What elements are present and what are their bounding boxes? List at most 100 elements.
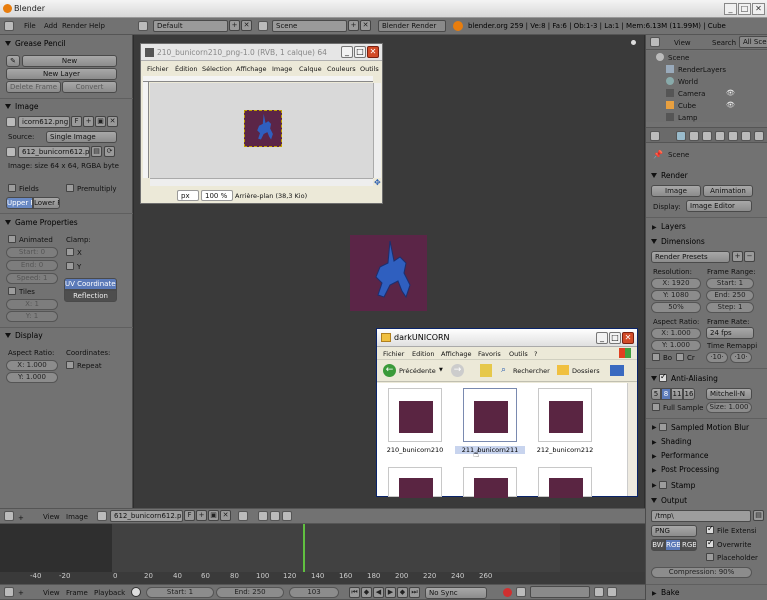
render-animation-button[interactable]: Animation xyxy=(703,185,753,197)
current-frame-indicator[interactable] xyxy=(303,524,305,572)
resolution-x-field[interactable]: X: 1920 xyxy=(651,278,701,289)
stamp-header[interactable]: Stamp xyxy=(671,481,695,490)
output-header[interactable]: Output xyxy=(661,496,687,505)
fields-checkbox[interactable] xyxy=(8,184,16,192)
preview-range-icon[interactable] xyxy=(131,587,141,597)
thumbnail[interactable] xyxy=(463,467,517,498)
grease-pencil-icon[interactable] xyxy=(282,511,292,521)
timeline-view-menu[interactable]: View xyxy=(43,589,60,597)
prev-keyframe-icon[interactable]: ◆ xyxy=(361,587,372,598)
shading-header[interactable]: Shading xyxy=(661,437,691,446)
explorer-window[interactable]: darkUNICORN _ □ ✕ Fichier Edition Affich… xyxy=(376,328,638,498)
layout-field[interactable]: Default xyxy=(153,20,228,32)
outliner-search-menu[interactable]: Search xyxy=(712,39,736,47)
time-remap-old-field[interactable]: ·10· xyxy=(706,352,728,363)
expand-triangle-icon[interactable]: ▶ xyxy=(652,467,657,474)
uv-coordinates-button[interactable]: UV Coordinates xyxy=(64,278,117,290)
explorer-menu-fichier[interactable]: Fichier xyxy=(383,350,404,358)
screen-layout-icon[interactable] xyxy=(138,21,148,31)
maximize-button[interactable]: □ xyxy=(738,3,751,15)
outliner-item[interactable]: Cube xyxy=(678,102,696,110)
compression-slider[interactable]: Compression: 90% xyxy=(651,567,752,578)
motion-blur-checkbox[interactable] xyxy=(659,423,667,431)
folder-up-icon[interactable] xyxy=(480,364,492,377)
source-select[interactable]: Single Image xyxy=(46,131,117,143)
jump-start-icon[interactable]: ⏮ xyxy=(349,587,360,598)
object-tab-icon[interactable] xyxy=(715,131,725,141)
remove-scene-button[interactable]: ✕ xyxy=(360,20,371,31)
aspect-y-field[interactable]: Y: 1.000 xyxy=(6,372,58,383)
menu-help[interactable]: Help xyxy=(89,22,105,30)
menu-toggle-icon[interactable]: + xyxy=(18,589,24,597)
display-select[interactable]: Image Editor xyxy=(686,200,752,212)
file-label[interactable]: 210_bunicorn210 xyxy=(380,446,450,454)
gimp-vscrollbar[interactable] xyxy=(373,83,381,178)
render-presets-select[interactable]: Render Presets xyxy=(651,251,730,263)
channels-icon[interactable] xyxy=(270,511,280,521)
aa-5-button[interactable]: 5 xyxy=(651,388,661,400)
pin-icon[interactable]: 📌 xyxy=(653,150,663,159)
tiles-x-field[interactable]: X: 1 xyxy=(6,299,58,310)
rgba-button[interactable]: RGB xyxy=(681,539,697,551)
scene-field[interactable]: Scene xyxy=(272,20,347,32)
lower-field-button[interactable]: Lower Fi xyxy=(33,197,60,209)
animated-checkbox[interactable] xyxy=(8,235,16,243)
explorer-maximize-button[interactable]: □ xyxy=(609,332,621,344)
time-remap-new-field[interactable]: ·10· xyxy=(730,352,752,363)
frame-end-field[interactable]: End: 250 xyxy=(706,290,754,301)
sampled-motion-blur-header[interactable]: Sampled Motion Blur xyxy=(671,423,749,432)
filter-size-field[interactable]: Size: 1.000 xyxy=(706,402,752,413)
display-header[interactable]: Display xyxy=(15,331,43,340)
current-frame-field[interactable]: 103 xyxy=(289,587,339,598)
overwrite-checkbox[interactable] xyxy=(706,538,714,548)
post-processing-header[interactable]: Post Processing xyxy=(661,465,719,474)
data-tab-icon[interactable] xyxy=(754,131,764,141)
back-arrow-icon[interactable]: ← xyxy=(383,364,396,377)
grease-pencil-header[interactable]: Grease Pencil xyxy=(15,39,66,48)
timeline-start-field[interactable]: Start: 1 xyxy=(146,587,214,598)
expand-triangle-icon[interactable]: ▶ xyxy=(652,482,657,489)
scene-icon[interactable] xyxy=(258,21,268,31)
explorer-menu-favoris[interactable]: Favoris xyxy=(478,350,501,358)
outliner-item[interactable]: Scene xyxy=(668,54,689,62)
render-tab-icon[interactable] xyxy=(676,131,686,141)
explorer-menu-help[interactable]: ? xyxy=(534,350,537,358)
gimp-image-window[interactable]: 210_bunicorn210_png-1.0 (RVB, 1 calque) … xyxy=(140,43,383,204)
clamp-y-checkbox[interactable] xyxy=(66,262,74,270)
unlink-image-button[interactable]: ✕ xyxy=(107,116,118,127)
border-checkbox[interactable] xyxy=(652,353,660,361)
forward-arrow-icon[interactable]: → xyxy=(451,364,464,377)
anti-aliasing-header[interactable]: Anti-Aliasing xyxy=(671,374,718,383)
grease-new-button[interactable]: New xyxy=(22,55,117,67)
image-name-field[interactable]: 612_bunicorn612.png xyxy=(110,510,183,522)
expand-triangle-icon[interactable]: ▶ xyxy=(652,453,657,460)
draw-alpha-icon[interactable] xyxy=(258,511,268,521)
visibility-eye-icon[interactable]: 👁 xyxy=(726,101,735,109)
rgb-button[interactable]: RGB xyxy=(665,539,681,551)
outliner-display-select[interactable]: All Scene xyxy=(739,36,767,48)
next-keyframe-icon[interactable]: ◆ xyxy=(397,587,408,598)
gimp-canvas[interactable] xyxy=(150,83,373,178)
frame-step-field[interactable]: Step: 1 xyxy=(706,302,754,313)
fake-user-button[interactable]: F xyxy=(184,510,195,521)
bw-button[interactable]: BW xyxy=(651,539,665,551)
collapse-triangle-icon[interactable] xyxy=(5,41,11,46)
menu-file[interactable]: File xyxy=(24,22,36,30)
delete-keyframe-icon[interactable] xyxy=(607,587,617,597)
gimp-menu-outils[interactable]: Outils xyxy=(360,65,379,73)
aa-11-button[interactable]: 11 xyxy=(671,388,683,400)
image-browse-icon[interactable] xyxy=(97,511,107,521)
world-tab-icon[interactable] xyxy=(702,131,712,141)
thumbnail-selected[interactable] xyxy=(463,388,517,442)
insert-keyframe-icon[interactable] xyxy=(594,587,604,597)
aspect-y-field[interactable]: Y: 1.000 xyxy=(651,340,701,351)
output-browse-icon[interactable]: ▤ xyxy=(753,510,764,521)
gimp-menu-calque[interactable]: Calque xyxy=(299,65,322,73)
folders-icon[interactable] xyxy=(557,365,569,375)
fake-user-button[interactable]: F xyxy=(71,116,82,127)
convert-button[interactable]: Convert xyxy=(62,81,117,93)
file-format-select[interactable]: PNG xyxy=(651,525,697,537)
thumbnail[interactable] xyxy=(388,388,442,442)
aa-filter-select[interactable]: Mitchell-N xyxy=(706,388,752,400)
thumbnail[interactable] xyxy=(538,388,592,442)
